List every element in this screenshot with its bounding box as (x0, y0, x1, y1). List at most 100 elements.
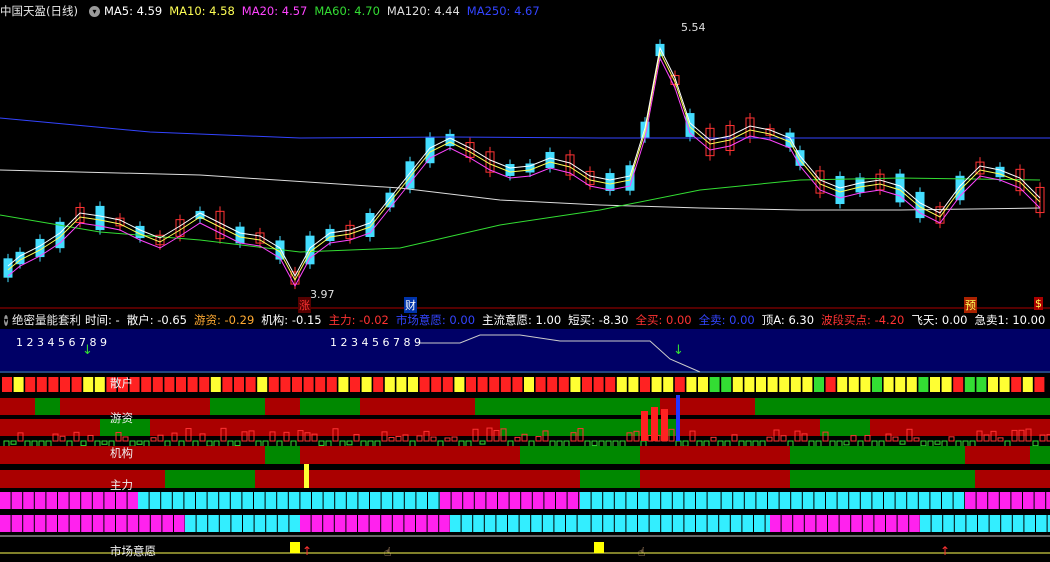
institution-bar (899, 440, 906, 445)
retail-cell (512, 377, 523, 392)
will-cell (1036, 515, 1047, 532)
retail-cell (1022, 377, 1033, 392)
band-segment (1030, 446, 1050, 464)
will-cell (976, 492, 988, 509)
will-cell (791, 492, 802, 509)
retail-cell (280, 377, 291, 392)
will-cell (58, 515, 69, 532)
ma250-line (0, 117, 1050, 139)
retail-cell (350, 377, 360, 392)
band-segment (255, 470, 350, 488)
collapse-toggle-icon[interactable]: ▾ (4, 314, 9, 326)
retail-cell (326, 377, 337, 392)
will-cell (872, 492, 883, 509)
band-segment (35, 398, 60, 415)
retail-cell (999, 377, 1010, 392)
institution-bar (59, 435, 66, 442)
institution-bar (479, 440, 486, 445)
retail-cell (756, 377, 766, 392)
will-cell (404, 492, 416, 509)
will-cell (672, 492, 684, 509)
band-segment (265, 446, 300, 464)
will-cell (149, 492, 161, 509)
band-segment (265, 398, 300, 415)
will-cell (814, 492, 825, 509)
will-cell (733, 492, 744, 509)
will-cell (162, 515, 173, 532)
will-cell (508, 515, 519, 532)
candlestick-price-chart[interactable] (0, 10, 1050, 310)
retail-cell (489, 377, 500, 392)
retail-cell (593, 377, 604, 392)
will-cell (661, 492, 672, 509)
indicator-legend-item-12: 飞天: 0.00 (911, 313, 968, 327)
retail-cell (71, 377, 82, 392)
will-cell (358, 492, 369, 509)
retail-cell (384, 377, 395, 392)
will-cell (591, 492, 603, 509)
candle-body (405, 161, 415, 189)
retail-cell (930, 377, 940, 392)
will-cell (907, 492, 918, 509)
will-cell (139, 515, 150, 532)
retail-cell (431, 377, 442, 392)
institution-bar (892, 436, 899, 442)
retail-cell (872, 377, 882, 392)
will-cell (486, 492, 497, 509)
will-cell (196, 492, 207, 509)
indicator-legend-item-7: 短买: -8.30 (568, 313, 629, 327)
will-cell (1011, 492, 1022, 509)
will-cell (381, 492, 393, 509)
institution-bar (934, 440, 941, 445)
will-cell (954, 515, 966, 532)
indicator-title[interactable]: 绝密量能套利 (12, 312, 81, 328)
indicator-legend-item-2: 游资: -0.29 (194, 313, 255, 327)
event-mark-dollar[interactable]: $ (1034, 297, 1043, 310)
will-cell (779, 492, 791, 509)
retail-cell (628, 377, 639, 392)
will-cell (649, 492, 661, 509)
indicator-panel[interactable]: ↓ ↓↑ ↑☝ ☝ (0, 329, 1050, 562)
spike-bar-blue (676, 395, 680, 441)
retail-cell (141, 377, 152, 392)
will-cell (461, 515, 473, 532)
band-segment (965, 446, 1030, 464)
will-cell (104, 515, 115, 532)
institution-bar (913, 437, 920, 442)
band-segment (0, 398, 35, 415)
will-cell (207, 492, 219, 509)
will-cell (684, 492, 695, 509)
retail-cell (524, 377, 534, 392)
will-cell (116, 515, 127, 532)
ma5-line (7, 46, 1041, 278)
will-cell (884, 492, 895, 509)
will-cell (837, 492, 849, 509)
band-segment (580, 470, 640, 488)
institution-bar (360, 440, 367, 447)
institution-bar (850, 435, 857, 442)
retail-cell (466, 377, 476, 392)
will-cell (463, 492, 474, 509)
indicator-legend-item-3: 机构: -0.15 (261, 313, 322, 327)
retail-cell (419, 377, 430, 392)
will-cell (358, 515, 369, 532)
institution-bar (864, 435, 871, 442)
institution-bar (997, 437, 1004, 442)
will-cell (931, 515, 943, 532)
retail-cell (941, 377, 952, 392)
retail-cell (210, 377, 221, 392)
indicator-header: ▾ 绝密量能套利 时间: - 散户: -0.65 游资: -0.29 机构: -0.1… (0, 311, 1050, 329)
will-cell (219, 492, 230, 509)
band-segment (870, 419, 1050, 436)
will-cell (346, 492, 358, 509)
retail-cell (48, 377, 59, 392)
will-cell (874, 515, 885, 532)
will-cell (988, 492, 999, 509)
will-cell (127, 515, 139, 532)
will-cell (230, 492, 242, 509)
will-cell (11, 492, 23, 509)
band-segment (300, 398, 360, 415)
will-cell (150, 515, 162, 532)
institution-bar (122, 436, 129, 442)
will-cell (69, 515, 81, 532)
